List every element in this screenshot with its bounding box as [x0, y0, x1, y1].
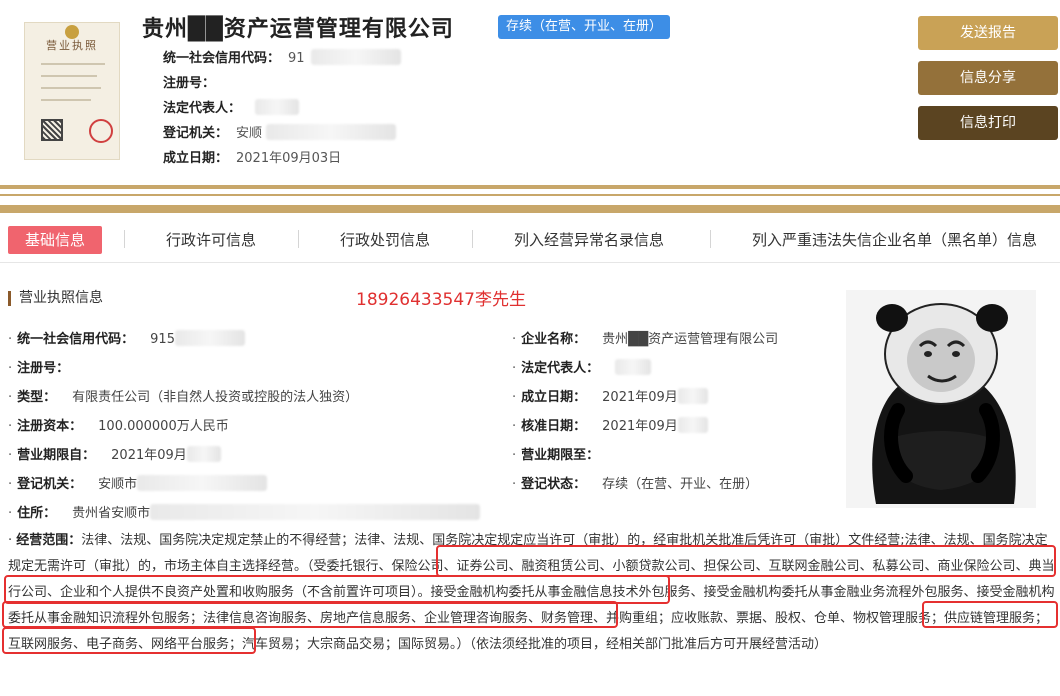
business-scope-label: 经营范围：	[16, 533, 82, 548]
tab-basic-info[interactable]: 基础信息	[8, 226, 102, 254]
redaction-blur	[615, 359, 652, 375]
field-reg-number: · 注册号：	[8, 361, 70, 376]
redaction-blur	[150, 504, 481, 520]
header-legal-rep-row: 法定代表人：	[163, 97, 300, 116]
redaction-blur	[310, 49, 401, 65]
field-label: 住所：	[17, 506, 57, 521]
tab-abnormal-list[interactable]: 列入经营异常名录信息	[514, 226, 664, 254]
tab-separator	[124, 230, 125, 248]
field-credit-code: · 统一社会信用代码： 915	[8, 328, 245, 347]
field-value: 安顺市	[98, 477, 138, 492]
header-authority-label: 登记机关：	[163, 126, 229, 141]
company-name: 贵州██资产运营管理有限公司	[142, 17, 454, 42]
header-credit-code-value: 91	[288, 51, 305, 66]
header-founded-value: 2021年09月03日	[236, 151, 342, 166]
official-seal-icon	[89, 119, 113, 143]
field-label: 统一社会信用代码：	[17, 332, 135, 347]
field-value: 贵州省安顺市	[72, 506, 151, 521]
field-value: 有限责任公司（非自然人投资或控股的法人独资）	[72, 390, 359, 405]
header-founded-label: 成立日期：	[163, 151, 229, 166]
field-term-to: · 营业期限至：	[512, 448, 600, 463]
tab-separator	[710, 230, 711, 248]
field-label: 类型：	[17, 390, 57, 405]
field-label: 法定代表人：	[521, 361, 600, 376]
header-authority-row: 登记机关： 安顺	[163, 122, 397, 141]
business-scope: · 经营范围：法律、法规、国务院决定规定禁止的不得经营；法律、法规、国务院决定规…	[8, 533, 1055, 652]
redaction-blur	[255, 99, 300, 115]
field-label: 登记状态：	[521, 477, 587, 492]
redaction-blur	[137, 475, 268, 491]
send-report-button[interactable]: 发送报告	[918, 16, 1058, 50]
redaction-blur	[174, 330, 245, 346]
redaction-blur	[677, 417, 708, 433]
redaction-blur	[266, 124, 397, 140]
panda-meme-image	[846, 290, 1036, 508]
field-legal-rep: · 法定代表人：	[512, 357, 652, 376]
field-value: 100.000000万人民币	[98, 419, 229, 434]
field-value: 915	[150, 332, 175, 347]
license-line	[41, 75, 97, 77]
header-authority-value: 安顺	[236, 126, 263, 141]
field-label: 成立日期：	[521, 390, 587, 405]
field-label: 营业期限至：	[521, 448, 600, 463]
section-title: 营业执照信息	[8, 291, 103, 306]
field-label: 注册号：	[17, 361, 70, 376]
field-label: 登记机关：	[17, 477, 83, 492]
tab-admin-license[interactable]: 行政许可信息	[166, 226, 256, 254]
field-label: 核准日期：	[521, 419, 587, 434]
status-badge: 存续（在营、开业、在册）	[498, 15, 671, 39]
field-value: 2021年09月	[602, 390, 678, 405]
field-label: 注册资本：	[17, 419, 83, 434]
field-approved: · 核准日期： 2021年09月	[512, 415, 708, 434]
redaction-blur	[677, 388, 708, 404]
business-license-thumbnail[interactable]: 营业执照	[24, 22, 120, 160]
header-credit-code-row: 统一社会信用代码： 91	[163, 47, 401, 66]
tab-separator	[298, 230, 299, 248]
field-value: 存续（在营、开业、在册）	[602, 477, 759, 492]
header-reg-number-row: 注册号：	[163, 72, 215, 91]
field-authority: · 登记机关： 安顺市	[8, 473, 268, 492]
field-value: 2021年09月	[602, 419, 678, 434]
phone-annotation: 18926433547李先生	[356, 290, 526, 310]
panda-meme-illustration	[846, 290, 1036, 508]
field-company-name: · 企业名称： 贵州██资产运营管理有限公司	[512, 332, 779, 347]
business-scope-text: 法律、法规、国务院决定规定禁止的不得经营；法律、法规、国务院决定规定应当许可（审…	[8, 533, 1055, 652]
gold-divider	[0, 185, 1060, 189]
header-reg-number-label: 注册号：	[163, 76, 216, 91]
field-address: · 住所： 贵州省安顺市	[8, 502, 481, 521]
license-thumbnail-title: 营业执照	[46, 39, 98, 52]
tab-underline	[0, 262, 1060, 263]
header-legal-rep-label: 法定代表人：	[163, 101, 242, 116]
print-info-button[interactable]: 信息打印	[918, 106, 1058, 140]
tab-separator	[472, 230, 473, 248]
tab-admin-penalty[interactable]: 行政处罚信息	[340, 226, 430, 254]
header-credit-code-label: 统一社会信用代码：	[163, 51, 281, 66]
field-label: 企业名称：	[521, 332, 587, 347]
share-info-button[interactable]: 信息分享	[918, 61, 1058, 95]
field-founded: · 成立日期： 2021年09月	[512, 386, 708, 405]
field-value: 贵州██资产运营管理有限公司	[602, 332, 779, 347]
tab-blacklist[interactable]: 列入严重违法失信企业名单（黑名单）信息	[752, 226, 1037, 254]
field-reg-status: · 登记状态： 存续（在营、开业、在册）	[512, 477, 759, 492]
qr-code-icon	[41, 119, 63, 141]
field-label: 营业期限自：	[17, 448, 96, 463]
redaction-blur	[186, 446, 221, 462]
gold-divider-thick	[0, 205, 1060, 213]
license-line	[41, 87, 101, 89]
license-line	[41, 63, 105, 65]
field-type: · 类型： 有限责任公司（非自然人投资或控股的法人独资）	[8, 390, 359, 405]
field-reg-capital: · 注册资本： 100.000000万人民币	[8, 419, 229, 434]
gold-divider-thin	[0, 194, 1060, 196]
license-line	[41, 99, 91, 101]
field-value: 2021年09月	[111, 448, 187, 463]
field-term-from: · 营业期限自： 2021年09月	[8, 444, 221, 463]
header-founded-row: 成立日期： 2021年09月03日	[163, 147, 341, 166]
